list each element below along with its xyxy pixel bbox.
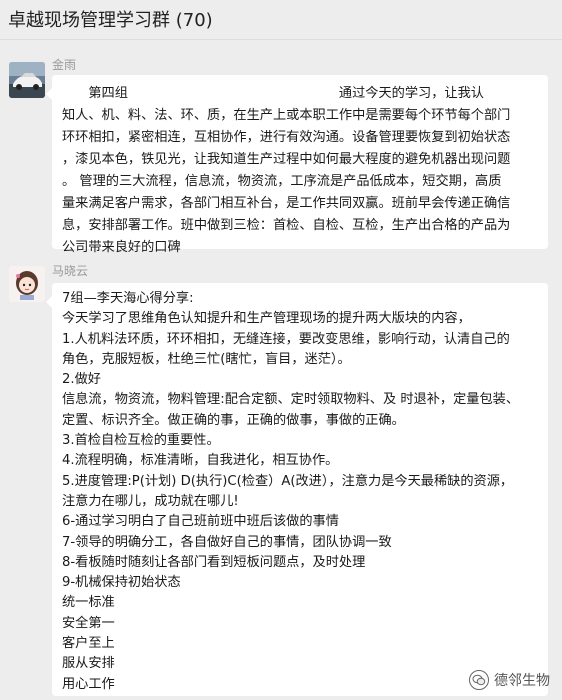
message-1-line: ，漆见本色，铁见光，让我知道生产过程中如何最大程度的避免机器出现问题 bbox=[62, 152, 511, 167]
message-2-line: 3.首检自检互检的重要性。 bbox=[62, 433, 220, 449]
message-2-line: 1.人机料法环质，环环相扣，无缝连接，要改变思维，影响行动，认清自己的 bbox=[62, 331, 510, 347]
message-2-line: 5.进度管理:P(计划) D(执行)C(检查）A(改进），注意力是今天最稀缺的资… bbox=[62, 473, 514, 489]
avatar-car-photo[interactable] bbox=[9, 62, 45, 98]
message-2-line: 信息流，物资流，物料管理:配合定额、定时领取物料、及 时退补，定量包装、 bbox=[62, 392, 520, 408]
message-2-text: 7组—李天海心得分享: 今天学习了思维角色认知提升和生产管理现场的提升两大版块的… bbox=[62, 289, 552, 695]
message-1-line: 环环相扣，紧密相连，互相协作，进行有效沟通。设备管理要恢复到初始状态 bbox=[62, 130, 511, 145]
message-1-sender: 金雨 bbox=[52, 58, 77, 72]
chat-title: 卓越现场管理学习群 (70) bbox=[8, 10, 213, 31]
message-2-line: 今天学习了思维角色认知提升和生产管理现场的提升两大版块的内容， bbox=[62, 311, 471, 327]
message-1-line: 。 管理的三大流程，信息流，物资流，工序流是产品低成本，短交期，高质 bbox=[62, 174, 502, 189]
message-2-line: 7组—李天海心得分享: bbox=[62, 291, 194, 306]
message-1-bubble[interactable]: 第四组 通过今天的学习，让我认 知人、机、料、法、环、质，在生产上或本职工作中是… bbox=[46, 75, 548, 255]
message-1-line: 知人、机、料、法、环、质，在生产上或本职工作中是需要每个环节每个部门 bbox=[62, 108, 511, 123]
message-2-line: 8-看板随时随刻让各部门看到短板问题点，及时处理 bbox=[62, 554, 366, 570]
message-1-line: 第四组 通过今天的学习，让我认 bbox=[62, 86, 484, 101]
wechat-icon bbox=[469, 670, 489, 690]
message-1-line: 量来满足客户需求，各部门相互补台，是工作共同双赢。班前早会传递正确信 bbox=[62, 196, 511, 211]
message-2-line: 2.做好 bbox=[62, 372, 101, 388]
message-1-line: 公司带来良好的口碑 bbox=[62, 240, 181, 255]
message-2-line: 角色，克服短板，杜绝三忙(瞎忙，盲目，迷茫）。 bbox=[62, 351, 351, 367]
message-2-line: 客户至上 bbox=[62, 636, 115, 652]
message-2-line: 安全第一 bbox=[62, 615, 115, 631]
message-2-sender: 马晓云 bbox=[52, 264, 89, 278]
message-2-line: 定置、标识齐全。做正确的事，正确的做事，事做的正确。 bbox=[62, 412, 405, 428]
message-2-line: 统一标准 bbox=[62, 595, 115, 611]
message-1-text: 第四组 通过今天的学习，让我认 知人、机、料、法、环、质，在生产上或本职工作中是… bbox=[62, 83, 542, 259]
message-2-bubble[interactable]: 7组—李天海心得分享: 今天学习了思维角色认知提升和生产管理现场的提升两大版块的… bbox=[46, 283, 548, 696]
chat-title-bar: 卓越现场管理学习群 (70) bbox=[0, 0, 562, 40]
message-2-line: 6-通过学习明白了自己班前班中班后该做的事情 bbox=[62, 514, 339, 530]
avatar-cartoon-girl[interactable] bbox=[9, 266, 45, 302]
watermark: 德邻生物 bbox=[469, 670, 550, 690]
message-1-line: 息，安排部署工作。班中做到三检：首检、自检、互检，生产出合格的产品为 bbox=[62, 218, 511, 233]
message-2-line: 注意力在哪儿，成功就在哪儿! bbox=[62, 493, 239, 509]
message-2-line: 4.流程明确，标准清晰，自我进化，相互协作。 bbox=[62, 453, 339, 469]
message-2-line: 7-领导的明确分工，各自做好自己的事情，团队协调一致 bbox=[62, 534, 392, 550]
watermark-text: 德邻生物 bbox=[494, 673, 550, 689]
message-2-line: 9-机械保持初始状态 bbox=[62, 575, 181, 591]
